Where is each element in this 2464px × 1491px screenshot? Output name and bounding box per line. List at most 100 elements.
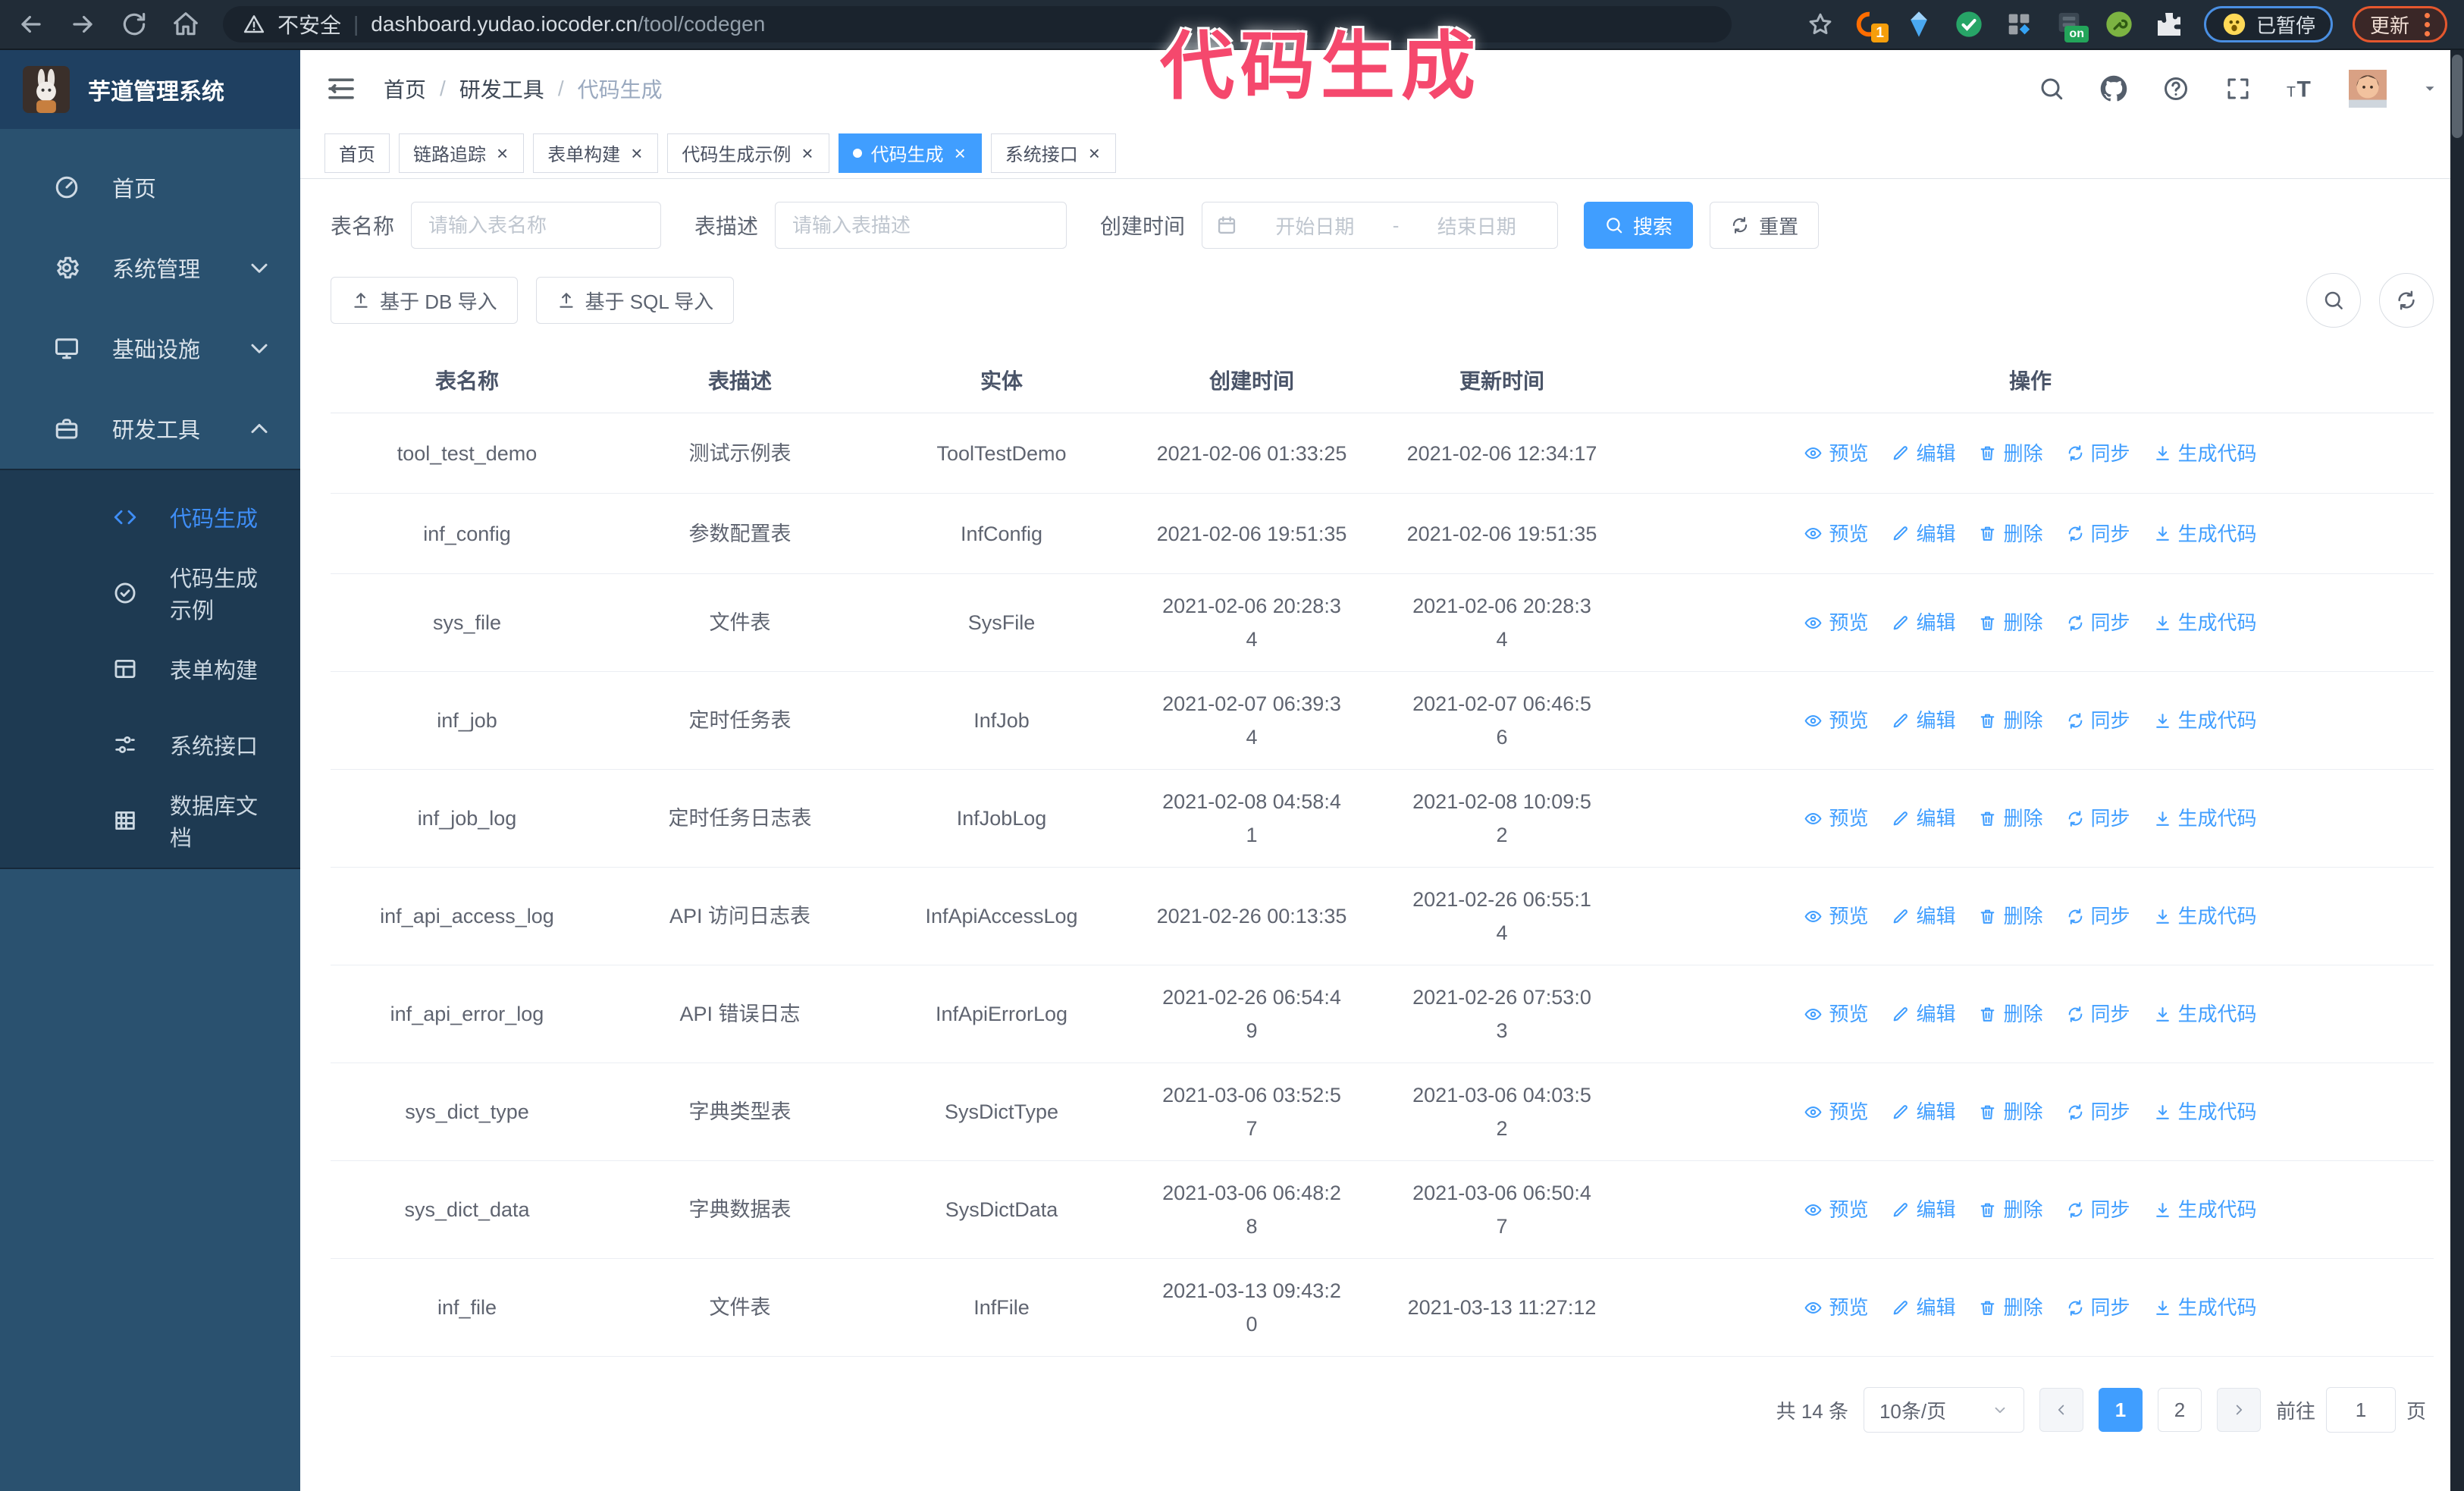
action-edit[interactable]: 编辑 bbox=[1891, 997, 1955, 1031]
action-delete[interactable]: 删除 bbox=[1978, 704, 2043, 737]
action-edit[interactable]: 编辑 bbox=[1891, 704, 1955, 737]
fullscreen-icon[interactable] bbox=[2224, 75, 2252, 102]
toggle-search-button[interactable] bbox=[2306, 273, 2361, 328]
action-preview[interactable]: 预览 bbox=[1804, 997, 1868, 1031]
sidebar-item-home[interactable]: 首页 bbox=[0, 147, 300, 228]
action-edit[interactable]: 编辑 bbox=[1891, 1291, 1955, 1324]
action-sync[interactable]: 同步 bbox=[2066, 517, 2130, 551]
action-sync[interactable]: 同步 bbox=[2066, 1095, 2130, 1128]
action-generate-code[interactable]: 生成代码 bbox=[2153, 606, 2257, 639]
breadcrumb-home[interactable]: 首页 bbox=[384, 74, 426, 104]
table-name-input[interactable] bbox=[411, 202, 662, 249]
action-preview[interactable]: 预览 bbox=[1804, 1291, 1868, 1324]
page-size-select[interactable]: 10条/页 bbox=[1863, 1387, 2024, 1433]
action-edit[interactable]: 编辑 bbox=[1891, 1193, 1955, 1226]
home-icon[interactable] bbox=[171, 10, 200, 39]
tab-codegen[interactable]: 代码生成 × bbox=[838, 133, 982, 173]
sidebar-item-codegen[interactable]: 代码生成 bbox=[0, 479, 300, 555]
help-icon[interactable] bbox=[2162, 75, 2190, 102]
action-preview[interactable]: 预览 bbox=[1804, 1193, 1868, 1226]
bookmark-star-icon[interactable] bbox=[1807, 11, 1834, 38]
reset-button[interactable]: 重置 bbox=[1710, 202, 1820, 249]
security-warning-icon[interactable] bbox=[243, 13, 265, 36]
action-generate-code[interactable]: 生成代码 bbox=[2153, 517, 2257, 551]
action-preview[interactable]: 预览 bbox=[1804, 517, 1868, 551]
github-icon[interactable] bbox=[2100, 75, 2127, 102]
prev-page-button[interactable] bbox=[2039, 1388, 2083, 1432]
sidebar-item-infra[interactable]: 基础设施 bbox=[0, 308, 300, 388]
action-sync[interactable]: 同步 bbox=[2066, 1193, 2130, 1226]
back-icon[interactable] bbox=[17, 10, 45, 39]
tab-system-api[interactable]: 系统接口 × bbox=[990, 133, 1116, 173]
next-page-button[interactable] bbox=[2216, 1388, 2261, 1432]
reload-icon[interactable] bbox=[120, 10, 149, 39]
action-preview[interactable]: 预览 bbox=[1804, 437, 1868, 470]
app-logo[interactable]: 芋道管理系统 bbox=[0, 50, 300, 129]
sidebar-item-devtools[interactable]: 研发工具 bbox=[0, 388, 300, 469]
tab-trace[interactable]: 链路追踪 × bbox=[399, 133, 525, 173]
sidebar-item-system-api[interactable]: 系统接口 bbox=[0, 707, 300, 783]
tab-codegen-example[interactable]: 代码生成示例 × bbox=[667, 133, 829, 173]
action-preview[interactable]: 预览 bbox=[1804, 606, 1868, 639]
action-generate-code[interactable]: 生成代码 bbox=[2153, 437, 2257, 470]
action-delete[interactable]: 删除 bbox=[1978, 606, 2043, 639]
action-edit[interactable]: 编辑 bbox=[1891, 899, 1955, 933]
action-sync[interactable]: 同步 bbox=[2066, 899, 2130, 933]
action-generate-code[interactable]: 生成代码 bbox=[2153, 899, 2257, 933]
action-delete[interactable]: 删除 bbox=[1978, 1193, 2043, 1226]
sidebar-item-form-builder[interactable]: 表单构建 bbox=[0, 631, 300, 707]
avatar[interactable] bbox=[2349, 65, 2387, 112]
sidebar-fold-icon[interactable] bbox=[326, 74, 356, 104]
action-sync[interactable]: 同步 bbox=[2066, 802, 2130, 835]
action-delete[interactable]: 删除 bbox=[1978, 1095, 2043, 1128]
extension-grid-icon[interactable] bbox=[2004, 9, 2034, 39]
goto-page-input[interactable] bbox=[2325, 1387, 2396, 1433]
action-sync[interactable]: 同步 bbox=[2066, 997, 2130, 1031]
caret-down-icon[interactable] bbox=[2422, 80, 2438, 97]
import-sql-button[interactable]: 基于 SQL 导入 bbox=[535, 277, 735, 324]
action-preview[interactable]: 预览 bbox=[1804, 802, 1868, 835]
action-delete[interactable]: 删除 bbox=[1978, 1291, 2043, 1324]
action-preview[interactable]: 预览 bbox=[1804, 704, 1868, 737]
browser-scrollbar[interactable] bbox=[2450, 50, 2464, 1491]
action-preview[interactable]: 预览 bbox=[1804, 899, 1868, 933]
extension-puzzle-icon[interactable] bbox=[2154, 9, 2184, 39]
close-icon[interactable]: × bbox=[1087, 143, 1102, 163]
search-icon[interactable] bbox=[2038, 75, 2065, 102]
action-sync[interactable]: 同步 bbox=[2066, 437, 2130, 470]
extension-orange-icon[interactable]: 1 bbox=[1854, 9, 1889, 42]
action-delete[interactable]: 删除 bbox=[1978, 517, 2043, 551]
action-sync[interactable]: 同步 bbox=[2066, 606, 2130, 639]
extension-check-icon[interactable] bbox=[1954, 9, 1984, 39]
search-button[interactable]: 搜索 bbox=[1584, 202, 1694, 249]
scrollbar-thumb[interactable] bbox=[2452, 55, 2462, 138]
sidebar-item-codegen-example[interactable]: 代码生成示例 bbox=[0, 555, 300, 631]
close-icon[interactable]: × bbox=[953, 143, 967, 163]
update-browser-pill[interactable]: 更新 bbox=[2352, 6, 2447, 42]
table-desc-input[interactable] bbox=[775, 202, 1067, 249]
tab-form-builder[interactable]: 表单构建 × bbox=[533, 133, 659, 173]
action-delete[interactable]: 删除 bbox=[1978, 437, 2043, 470]
action-delete[interactable]: 删除 bbox=[1978, 802, 2043, 835]
action-edit[interactable]: 编辑 bbox=[1891, 1095, 1955, 1128]
action-sync[interactable]: 同步 bbox=[2066, 704, 2130, 737]
breadcrumb-section[interactable]: 研发工具 bbox=[459, 74, 544, 104]
action-generate-code[interactable]: 生成代码 bbox=[2153, 1193, 2257, 1226]
action-generate-code[interactable]: 生成代码 bbox=[2153, 1291, 2257, 1324]
page-button-2[interactable]: 2 bbox=[2157, 1388, 2202, 1432]
action-edit[interactable]: 编辑 bbox=[1891, 437, 1955, 470]
paused-profile-pill[interactable]: 已暂停 bbox=[2203, 6, 2333, 42]
action-generate-code[interactable]: 生成代码 bbox=[2153, 802, 2257, 835]
action-sync[interactable]: 同步 bbox=[2066, 1291, 2130, 1324]
sidebar-item-system[interactable]: 系统管理 bbox=[0, 228, 300, 308]
action-edit[interactable]: 编辑 bbox=[1891, 606, 1955, 639]
close-icon[interactable]: × bbox=[629, 143, 644, 163]
sidebar-item-db-doc[interactable]: 数据库文档 bbox=[0, 783, 300, 859]
action-edit[interactable]: 编辑 bbox=[1891, 517, 1955, 551]
extension-gem-icon[interactable] bbox=[1904, 9, 1934, 39]
refresh-table-button[interactable] bbox=[2379, 273, 2434, 328]
tab-home[interactable]: 首页 bbox=[324, 133, 390, 173]
action-edit[interactable]: 编辑 bbox=[1891, 802, 1955, 835]
action-generate-code[interactable]: 生成代码 bbox=[2153, 1095, 2257, 1128]
extension-on-icon[interactable]: on bbox=[2054, 9, 2089, 42]
